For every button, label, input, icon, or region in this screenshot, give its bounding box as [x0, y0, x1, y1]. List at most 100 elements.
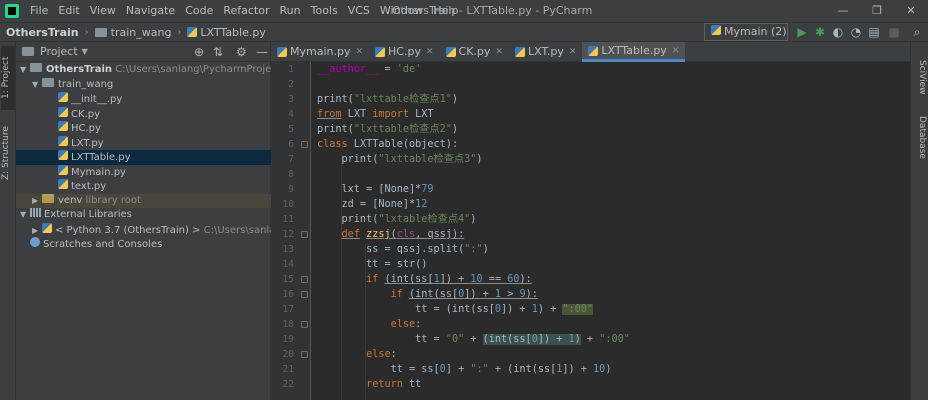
tab-structure[interactable]: Z: Structure	[1, 118, 15, 188]
search-icon[interactable]: ⌕	[910, 25, 924, 39]
breadcrumb-folder[interactable]: train_wang	[94, 26, 171, 39]
close-icon[interactable]: ✕	[672, 41, 680, 61]
expanded-arrow-icon: ▼	[20, 210, 27, 219]
project-view-select[interactable]: Project	[40, 45, 78, 58]
tree-item-mymain-py[interactable]: Mymain.py	[16, 164, 271, 180]
folder-icon	[30, 63, 42, 72]
python-file-icon	[445, 47, 456, 57]
code-line-15: if (int(ss[1]) + 10 == 60):	[366, 274, 532, 285]
fold-marker-icon[interactable]	[301, 231, 308, 238]
tree-item-text-py[interactable]: text.py	[16, 179, 271, 194]
python-file-icon	[711, 25, 721, 35]
tab-sciview[interactable]: SciView	[913, 60, 927, 110]
tab-mymain-py[interactable]: Mymain.py ✕	[271, 42, 369, 62]
code-line-1: __author__ = 'de'	[317, 64, 422, 75]
editor-gutter: 1 2 3 4 5 6 7 8 9 10 11 12 13 14 15 16 1…	[271, 62, 329, 400]
code-line-12: def zzsj(cls, qssj):	[341, 229, 465, 240]
locate-icon[interactable]: ⊕	[194, 45, 204, 59]
python-file-icon	[588, 45, 599, 56]
code-line-18: else:	[390, 319, 422, 330]
line-number: 22	[282, 379, 294, 390]
run-configuration-select[interactable]: Mymain (2) ▼	[704, 23, 788, 53]
tab-ck-py[interactable]: CK.py ✕	[440, 42, 509, 62]
library-icon	[30, 208, 41, 217]
tree-item-otherstrain[interactable]: ▼ OthersTrain C:\Users\sanlang\PycharmPro…	[16, 63, 271, 78]
tab-database[interactable]: Database	[913, 116, 927, 176]
maximize-button[interactable]: ❐	[860, 0, 894, 22]
code-line-20: else:	[366, 349, 397, 360]
breadcrumb-file[interactable]: LXTTable.py	[187, 26, 266, 39]
code-line-11: print("lxtable检查点4")	[317, 214, 477, 225]
close-icon[interactable]: ✕	[495, 42, 503, 62]
folder-icon	[94, 27, 107, 37]
minimize-button[interactable]: —	[826, 0, 860, 22]
debug-icon[interactable]: ✱	[813, 25, 827, 39]
stop-icon[interactable]: ■	[887, 25, 901, 39]
tree-item-hc-py[interactable]: HC.py	[16, 121, 271, 136]
fold-marker-icon[interactable]	[301, 321, 308, 328]
tab-hc-py[interactable]: HC.py ✕	[369, 42, 440, 62]
tab-lxttable-py[interactable]: LXTTable.py ✕	[582, 41, 686, 62]
profile-icon[interactable]: ◔	[849, 25, 863, 39]
tree-item-ck-py[interactable]: CK.py	[16, 106, 271, 122]
python-file-icon	[58, 179, 68, 189]
tree-item-python-sdk[interactable]: ▶ < Python 3.7 (OthersTrain) > C:\Users\s…	[16, 222, 271, 238]
menu-view[interactable]: View	[85, 0, 121, 22]
close-icon[interactable]: ✕	[569, 42, 577, 62]
gear-icon[interactable]: ⚙	[236, 45, 247, 59]
tab-lxt-py[interactable]: LXT.py ✕	[509, 42, 582, 62]
code-line-4: from LXT import LXT	[317, 109, 434, 120]
code-line-6: class LXTTable(object):	[317, 139, 459, 150]
code-editor[interactable]: __author__ = 'de' print("lxttable检查点1") …	[311, 62, 910, 400]
menu-run[interactable]: Run	[275, 0, 306, 22]
line-number: 10	[282, 199, 294, 210]
chevron-down-icon[interactable]: ▼	[82, 47, 88, 56]
expanded-arrow-icon: ▼	[20, 65, 27, 74]
menu-tools[interactable]: Tools	[306, 0, 343, 22]
tree-item-train-wang[interactable]: ▼ train_wang	[16, 77, 271, 93]
python-file-icon	[58, 135, 68, 146]
hide-panel-icon[interactable]: —	[256, 45, 268, 59]
concurrency-icon[interactable]: ▤	[867, 25, 881, 39]
close-icon[interactable]: ✕	[426, 42, 434, 62]
code-line-22: return tt	[366, 379, 422, 390]
expanded-arrow-icon: ▼	[32, 79, 39, 89]
python-file-icon	[58, 164, 68, 175]
python-sdk-icon	[42, 222, 52, 233]
project-view-icon	[22, 47, 34, 56]
menu-vcs[interactable]: VCS	[343, 0, 375, 22]
collapse-all-icon[interactable]: ⇅	[213, 45, 223, 59]
line-number: 6	[288, 139, 294, 150]
left-tool-strip: 1: Project Z: Structure	[0, 42, 16, 400]
line-number: 17	[282, 304, 294, 315]
menu-file[interactable]: File	[25, 0, 53, 22]
close-icon[interactable]: ✕	[355, 42, 363, 62]
run-icon[interactable]: ▶	[795, 25, 809, 39]
python-file-icon	[58, 121, 68, 131]
code-line-7: print("lxttable检查点3")	[317, 154, 483, 165]
code-line-14: tt = str()	[317, 259, 428, 270]
fold-marker-icon[interactable]	[301, 291, 308, 298]
python-file-icon	[58, 92, 68, 102]
fold-marker-icon[interactable]	[301, 141, 308, 148]
line-number: 21	[282, 364, 294, 375]
tree-item-lxttable-py[interactable]: LXTTable.py	[16, 150, 271, 165]
tree-item-scratches[interactable]: Scratches and Consoles	[16, 237, 271, 252]
editor-tabs: Mymain.py ✕ HC.py ✕ CK.py ✕ LXT.py ✕ LXTTabl…	[271, 42, 910, 62]
tree-item-lxt-py[interactable]: LXT.py	[16, 135, 271, 151]
fold-marker-icon[interactable]	[301, 351, 308, 358]
menu-navigate[interactable]: Navigate	[121, 0, 180, 22]
fold-marker-icon[interactable]	[301, 276, 308, 283]
collapsed-arrow-icon: ▶	[32, 225, 39, 235]
tree-item-external-libraries[interactable]: ▼ External Libraries	[16, 208, 271, 223]
menu-refactor[interactable]: Refactor	[218, 0, 274, 22]
tree-item-init-py[interactable]: __init__.py	[16, 92, 271, 107]
breadcrumb-project[interactable]: OthersTrain	[6, 26, 79, 39]
tree-item-venv[interactable]: ▶ venv library root	[16, 193, 271, 208]
menu-edit[interactable]: Edit	[53, 0, 84, 22]
menu-code[interactable]: Code	[180, 0, 218, 22]
close-button[interactable]: ✕	[894, 0, 928, 22]
line-number: 5	[288, 124, 294, 135]
tab-project[interactable]: 1: Project	[1, 46, 15, 110]
coverage-icon[interactable]: ◐	[831, 25, 845, 39]
